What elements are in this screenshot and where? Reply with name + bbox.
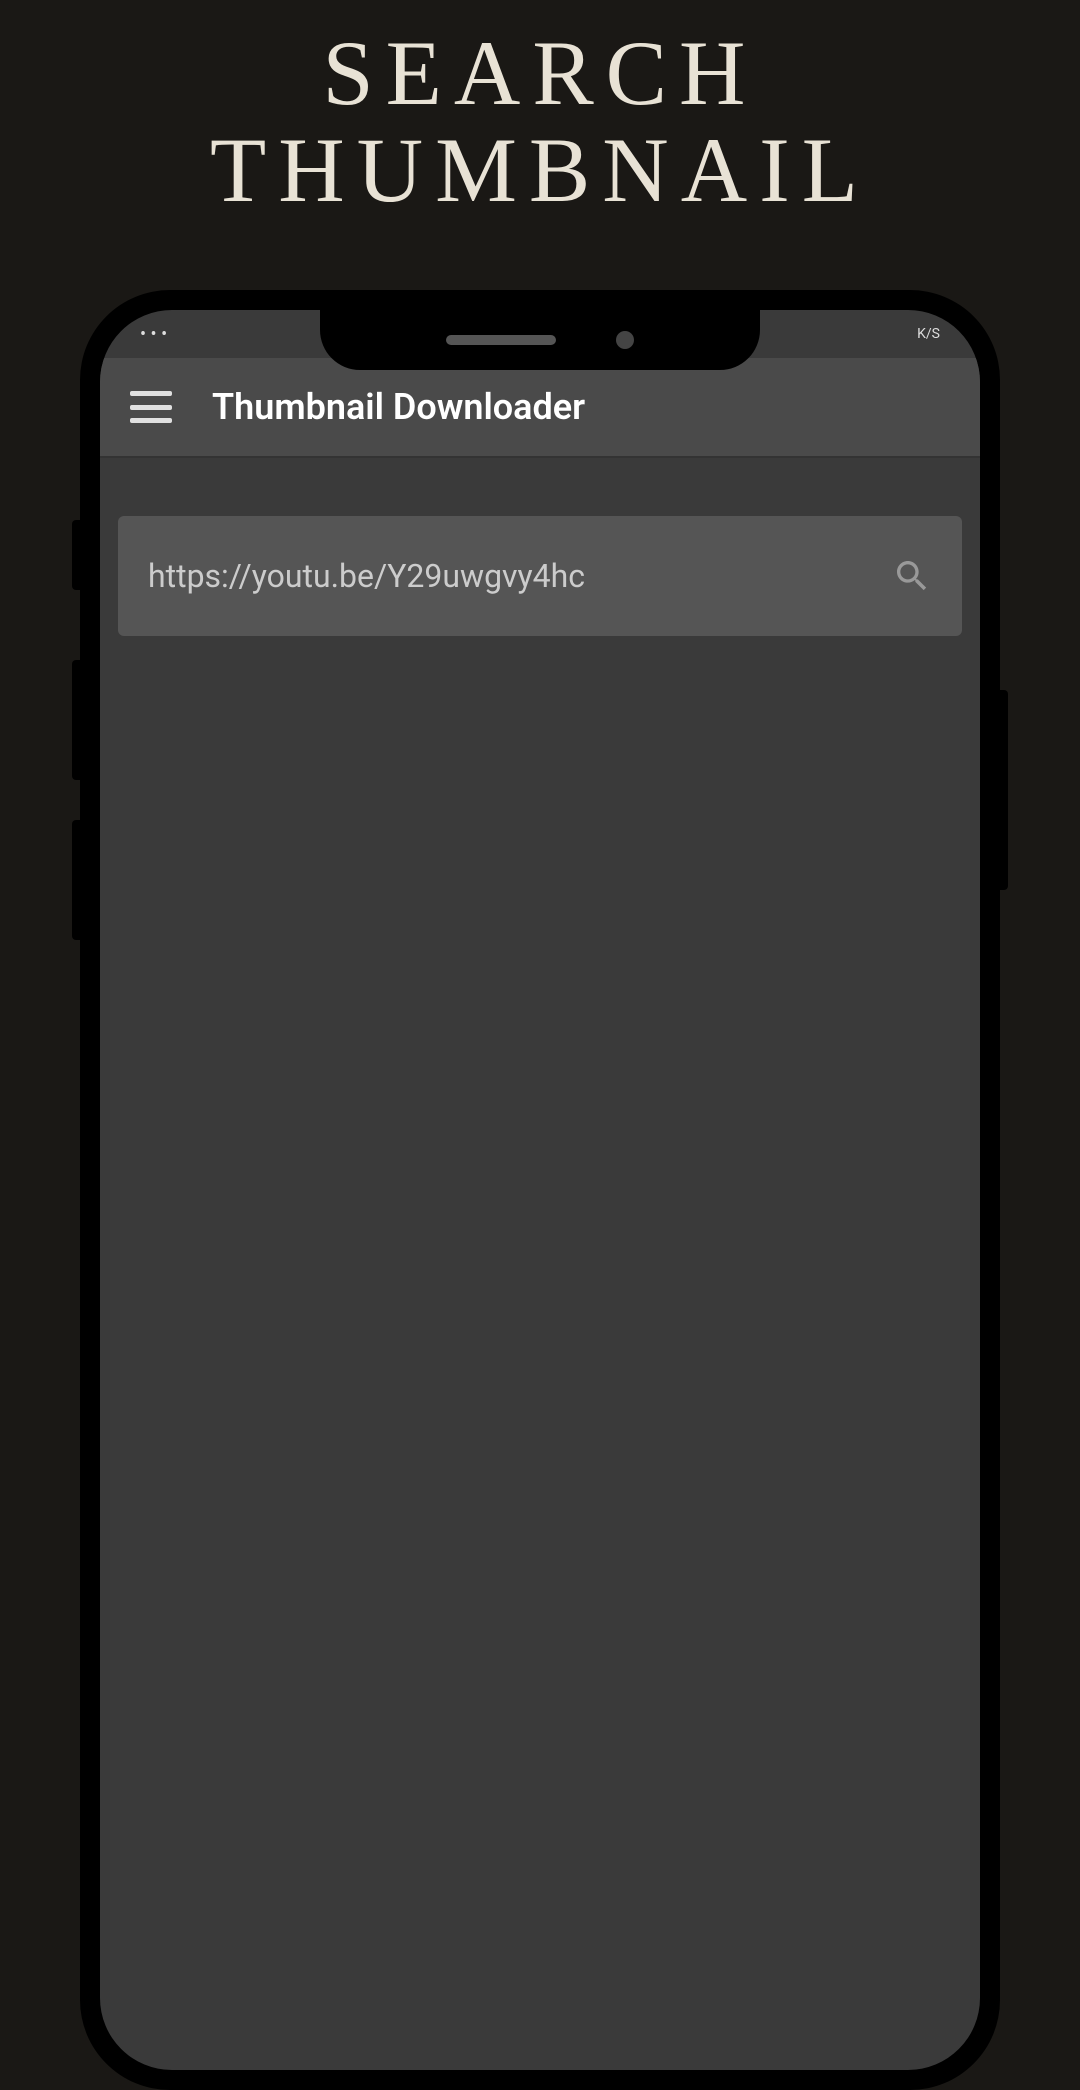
- phone-frame: • • • K/S Thumbnail Downloader: [80, 290, 1000, 2090]
- phone-notch: [320, 310, 760, 370]
- phone-volume-up-button: [72, 660, 80, 780]
- speaker-icon: [446, 335, 556, 345]
- phone-power-button: [1000, 690, 1008, 890]
- search-icon[interactable]: [892, 556, 932, 596]
- content-area: [100, 458, 980, 694]
- status-bar-left: • • •: [140, 324, 167, 345]
- phone-side-button: [72, 520, 80, 590]
- signal-icon: • • •: [140, 324, 167, 345]
- search-container: [118, 516, 962, 636]
- promo-heading-line1: SEARCH: [0, 25, 1080, 122]
- url-input[interactable]: [148, 557, 872, 595]
- status-bar-right: K/S: [917, 326, 940, 342]
- phone-screen: • • • K/S Thumbnail Downloader: [100, 310, 980, 2070]
- app-title: Thumbnail Downloader: [212, 386, 585, 428]
- camera-icon: [616, 331, 634, 349]
- app-bar: Thumbnail Downloader: [100, 358, 980, 458]
- hamburger-menu-icon[interactable]: [130, 391, 172, 423]
- promo-heading-line2: THUMBNAIL: [0, 122, 1080, 219]
- promo-heading: SEARCH THUMBNAIL: [0, 0, 1080, 218]
- network-speed: K/S: [917, 326, 940, 342]
- phone-volume-down-button: [72, 820, 80, 940]
